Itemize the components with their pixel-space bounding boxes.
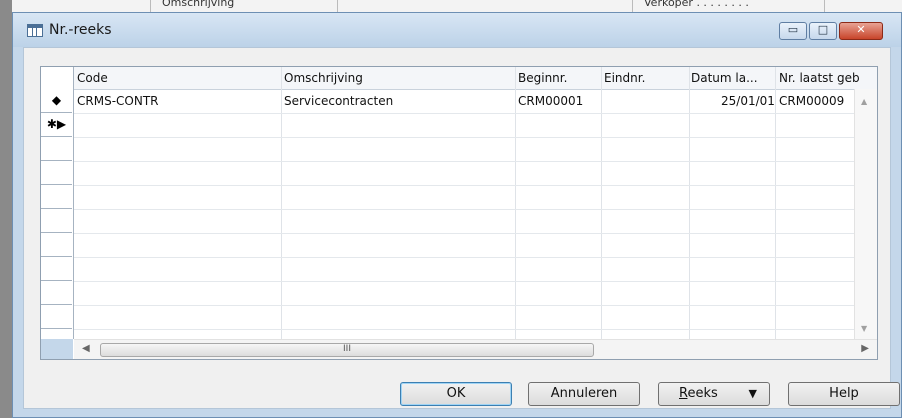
- ok-button[interactable]: OK: [400, 382, 512, 406]
- scroll-left-icon[interactable]: ◀: [82, 343, 90, 354]
- horizontal-scrollbar[interactable]: ◀ III ▶: [74, 339, 877, 359]
- series-menu-button[interactable]: Reeks ▼: [658, 382, 770, 406]
- cell-start-no[interactable]: CRM00001: [518, 94, 583, 108]
- table-row-empty[interactable]: [74, 185, 854, 210]
- row-selector[interactable]: [41, 233, 72, 257]
- row-selector[interactable]: [41, 305, 72, 329]
- maximize-button[interactable]: □: [809, 22, 837, 40]
- scroll-right-icon[interactable]: ▶: [861, 343, 869, 354]
- row-selector[interactable]: [41, 161, 72, 185]
- column-header-start-no[interactable]: Beginnr.: [518, 71, 567, 85]
- background-divider: [632, 0, 633, 12]
- column-header-end-no[interactable]: Eindnr.: [604, 71, 645, 85]
- row-selector[interactable]: [41, 137, 72, 161]
- close-button[interactable]: ✕: [839, 22, 883, 40]
- column-header-date[interactable]: Datum la...: [691, 71, 758, 85]
- row-selector-column: ◆ ✱▶: [41, 67, 74, 339]
- table-row-new[interactable]: [74, 113, 854, 138]
- number-series-dialog: Nr.-reeks ▭ □ ✕ Code Omschrijving Beginn…: [12, 12, 902, 418]
- minimize-button[interactable]: ▭: [779, 22, 807, 40]
- background-divider: [824, 0, 825, 12]
- cell-code[interactable]: CRMS-CONTR: [77, 94, 159, 108]
- cell-last-no[interactable]: CRM00009: [779, 94, 844, 108]
- table-row-empty[interactable]: [74, 209, 854, 234]
- table-row-empty[interactable]: [74, 233, 854, 258]
- series-label: eeks: [687, 386, 718, 401]
- row-selector[interactable]: [41, 185, 72, 209]
- row-selector[interactable]: [41, 257, 72, 281]
- row-selector-new[interactable]: ✱▶: [41, 113, 72, 137]
- table-row-empty[interactable]: [74, 161, 854, 186]
- grid-header: Code Omschrijving Beginnr. Eindnr. Datum…: [41, 67, 877, 90]
- background-divider: [150, 0, 151, 12]
- scrollbar-thumb[interactable]: III: [100, 343, 594, 357]
- background-label-salesperson: Verkoper . . . . . . . .: [644, 0, 749, 9]
- background-app-edge: [0, 0, 12, 418]
- window-title: Nr.-reeks: [49, 22, 112, 38]
- dropdown-arrow-icon: ▼: [748, 387, 757, 400]
- background-label-description: Omschrijving: [162, 0, 235, 9]
- help-button[interactable]: Help: [788, 382, 900, 406]
- table-row-empty[interactable]: [74, 281, 854, 306]
- row-selector-current[interactable]: ◆: [41, 89, 72, 113]
- title-bar[interactable]: Nr.-reeks ▭ □ ✕: [13, 13, 901, 47]
- scroll-down-icon[interactable]: ▼: [861, 324, 867, 333]
- table-row-empty[interactable]: [74, 305, 854, 330]
- series-grid[interactable]: Code Omschrijving Beginnr. Eindnr. Datum…: [40, 66, 878, 360]
- cell-description[interactable]: Servicecontracten: [284, 94, 393, 108]
- table-row[interactable]: CRMS-CONTR Servicecontracten CRM00001 25…: [74, 89, 854, 114]
- row-selector[interactable]: [41, 281, 72, 305]
- row-selector[interactable]: [41, 209, 72, 233]
- vertical-scrollbar[interactable]: ▲ ▼: [854, 89, 877, 339]
- table-row-empty[interactable]: [74, 137, 854, 162]
- scroll-up-icon[interactable]: ▲: [861, 97, 867, 106]
- cell-date[interactable]: 25/01/01: [721, 94, 775, 108]
- column-header-last-no[interactable]: Nr. laatst geb: [779, 71, 860, 85]
- column-header-code[interactable]: Code: [77, 71, 108, 85]
- column-header-description[interactable]: Omschrijving: [284, 71, 363, 85]
- cancel-button[interactable]: Annuleren: [528, 382, 640, 406]
- dialog-content: Code Omschrijving Beginnr. Eindnr. Datum…: [23, 47, 900, 409]
- grid-corner: [41, 339, 73, 359]
- table-row-empty[interactable]: [74, 257, 854, 282]
- table-icon: [27, 24, 43, 37]
- background-divider: [337, 0, 338, 12]
